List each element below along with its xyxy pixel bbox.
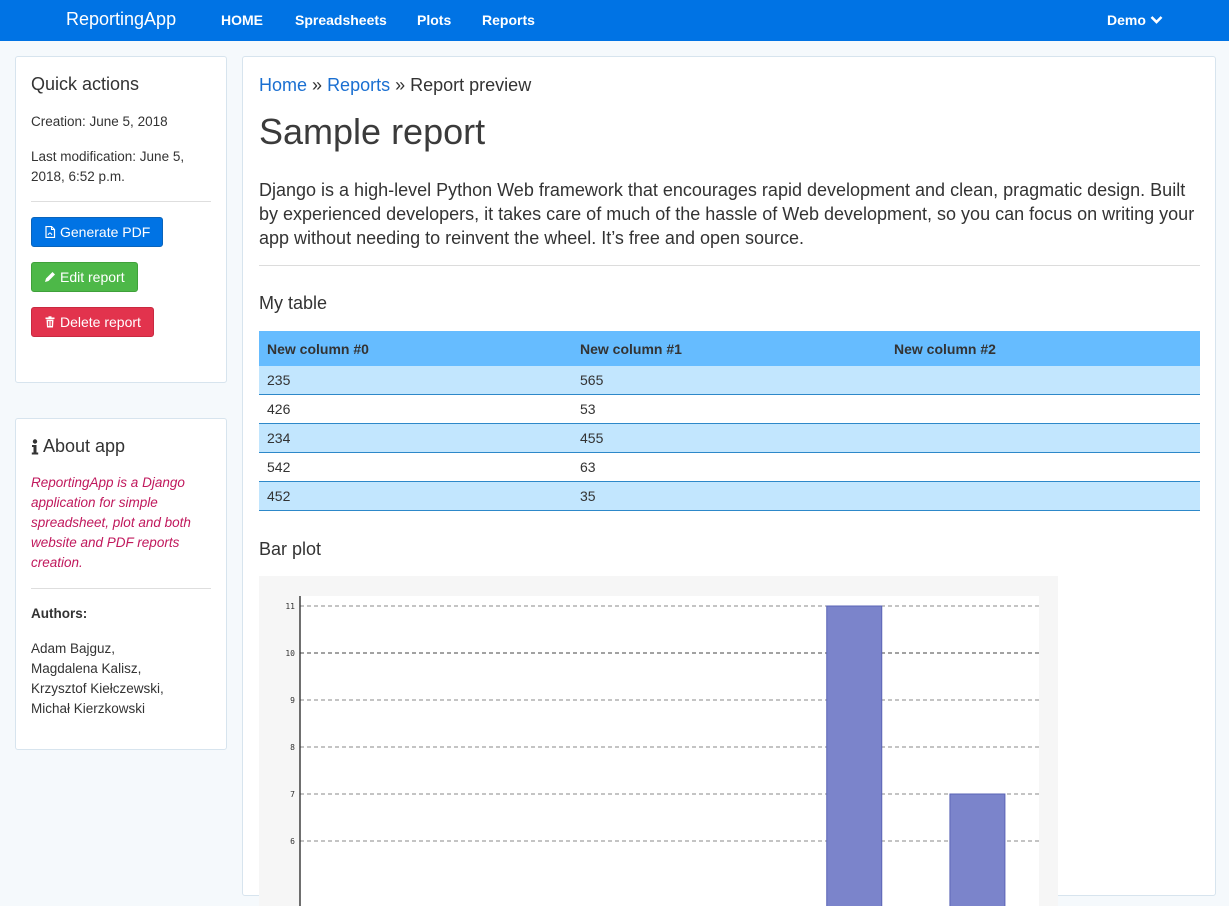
authors-label: Authors: [31, 606, 88, 621]
table-cell [886, 366, 1200, 395]
trash-icon [45, 316, 55, 328]
breadcrumb-current: Report preview [410, 75, 532, 95]
column-header: New column #2 [886, 331, 1200, 366]
table-cell: 53 [572, 394, 886, 424]
modification-date: Last modification: June 5, 2018, 6:52 p.… [31, 149, 185, 184]
top-navbar: ReportingApp HOME Spreadsheets Plots Rep… [0, 0, 1229, 41]
nav-home[interactable]: HOME [221, 12, 263, 28]
file-pdf-icon [45, 226, 56, 238]
author-name: Magdalena Kalisz, [31, 661, 142, 676]
about-title-text: About app [43, 436, 126, 456]
y-tick-label: 7 [290, 790, 295, 799]
author-name: Michał Kierzkowski [31, 701, 146, 716]
bar-chart: 6 7 8 9 10 11 [259, 576, 1058, 906]
bar [826, 605, 883, 906]
table-cell: 452 [259, 481, 572, 511]
y-tick-label: 11 [285, 602, 295, 611]
table-cell [886, 423, 1200, 453]
author-name: Krzysztof Kiełczewski, [31, 681, 164, 696]
chevron-down-icon [1150, 16, 1163, 24]
y-tick-label: 10 [285, 649, 295, 658]
plot-title: Bar plot [259, 539, 322, 559]
page-title: Sample report [259, 111, 486, 152]
creation-date: Creation: June 5, 2018 [31, 114, 168, 129]
edit-report-button[interactable]: Edit report [31, 262, 138, 292]
data-table: New column #0 New column #1 New column #… [259, 331, 1200, 511]
table-row: 452 35 [259, 481, 1200, 511]
nav-reports[interactable]: Reports [482, 12, 535, 28]
table-cell: 426 [259, 394, 572, 424]
table-cell: 35 [572, 481, 886, 511]
user-menu[interactable]: Demo [1107, 12, 1163, 28]
breadcrumb-home[interactable]: Home [259, 75, 307, 95]
column-header: New column #0 [259, 331, 572, 366]
y-tick-label: 9 [290, 696, 295, 705]
table-cell: 455 [572, 423, 886, 453]
bar-chart-svg: 6 7 8 9 10 11 [285, 596, 1039, 906]
delete-report-label: Delete report [60, 314, 141, 330]
table-row: 426 53 [259, 394, 1200, 424]
table-cell [886, 394, 1200, 424]
brand-logo[interactable]: ReportingApp [66, 9, 176, 30]
table-cell: 235 [259, 366, 572, 395]
nav-spreadsheets[interactable]: Spreadsheets [295, 12, 387, 28]
bar [949, 793, 1006, 906]
generate-pdf-button[interactable]: Generate PDF [31, 217, 164, 247]
table-title: My table [259, 293, 328, 313]
generate-pdf-label: Generate PDF [60, 224, 151, 240]
user-name: Demo [1107, 12, 1146, 28]
about-title: About app [31, 436, 125, 457]
divider [31, 201, 211, 202]
table-cell: 234 [259, 423, 572, 453]
breadcrumb-reports[interactable]: Reports [327, 75, 390, 95]
about-app-panel: About app ReportingApp is a Django appli… [15, 418, 227, 750]
nav-plots[interactable]: Plots [417, 12, 451, 28]
table-row: 235 565 [259, 366, 1200, 395]
author-name: Adam Bajguz, [31, 641, 116, 656]
report-intro: Django is a high-level Python Web framew… [259, 180, 1195, 248]
table-header-row: New column #0 New column #1 New column #… [259, 331, 1200, 366]
pencil-icon [45, 272, 55, 282]
delete-report-button[interactable]: Delete report [31, 307, 154, 337]
quick-actions-title: Quick actions [31, 74, 140, 94]
table-cell [886, 452, 1200, 482]
plot-area [300, 596, 1039, 906]
breadcrumb-separator: » [395, 75, 406, 95]
column-header: New column #1 [572, 331, 886, 366]
about-description: ReportingApp is a Django application for… [31, 475, 191, 570]
table-cell: 565 [572, 366, 886, 395]
report-panel: Home » Reports » Report preview Sample r… [242, 56, 1216, 906]
breadcrumb: Home » Reports » Report preview [259, 75, 531, 96]
table-cell [886, 481, 1200, 511]
divider [259, 265, 1200, 266]
authors-list: Adam Bajguz, Magdalena Kalisz, Krzysztof… [31, 639, 211, 719]
info-icon [31, 438, 39, 454]
y-tick-label: 8 [290, 743, 295, 752]
quick-actions-panel: Quick actions Creation: June 5, 2018 Las… [15, 56, 227, 383]
breadcrumb-separator: » [312, 75, 323, 95]
table-cell: 63 [572, 452, 886, 482]
table-row: 542 63 [259, 452, 1200, 482]
edit-report-label: Edit report [60, 269, 125, 285]
y-tick-label: 6 [290, 837, 295, 846]
table-cell: 542 [259, 452, 572, 482]
table-row: 234 455 [259, 423, 1200, 453]
divider [31, 588, 211, 589]
